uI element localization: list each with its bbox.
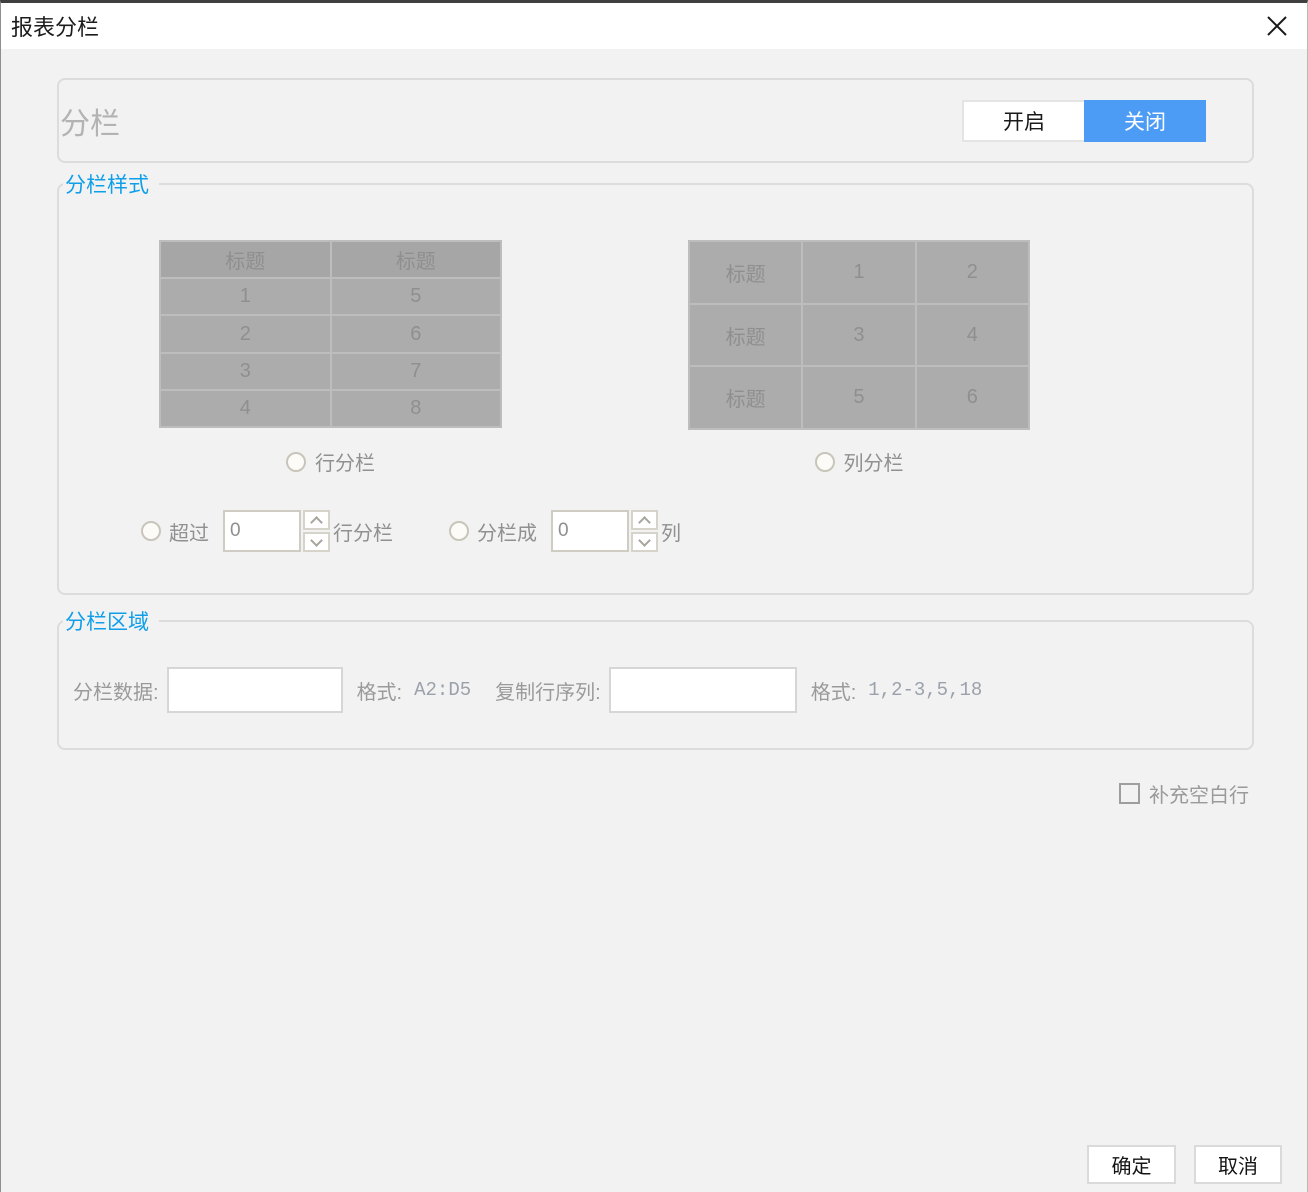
preview-table-row: 15	[161, 277, 501, 315]
split-enable-groupbox: 分栏 开启 关闭	[57, 78, 1254, 163]
preview-row-split-table: 标题 标题 1 5 2 6 3 7 4 8	[159, 240, 502, 428]
split-into-up-button[interactable]	[631, 510, 658, 530]
preview-table-cell: 1	[801, 242, 914, 303]
cancel-button[interactable]: 取消	[1194, 1145, 1282, 1184]
preview-table-row: 标题 1 2	[690, 242, 1028, 303]
format-label-1: 格式:	[356, 681, 403, 704]
exceed-rows-input[interactable]	[223, 510, 301, 552]
split-into-suffix-label: 列	[661, 522, 681, 545]
exceed-rows-prefix-label: 超过	[169, 522, 209, 545]
fill-blank-rows-label: 补充空白行	[1149, 785, 1249, 807]
split-into-down-button[interactable]	[631, 532, 658, 552]
split-area-row: 分栏数据: 格式: A2:D5 复制行序列: 格式: 1,2-3,5,18	[73, 666, 982, 714]
preview-table-cell: 标题	[725, 263, 766, 286]
preview-table-cell: 标题	[225, 251, 266, 274]
preview-table-row: 48	[161, 388, 501, 427]
toggle-off-button[interactable]: 关闭	[1084, 99, 1206, 142]
preview-table-cell: 6	[914, 367, 1028, 429]
split-condition-row: 超过 行分栏 分栏成 列	[141, 510, 681, 552]
preview-table-row: 标题 5 6	[690, 365, 1028, 429]
copy-rows-label: 复制行序列:	[495, 681, 601, 704]
preview-table-row: 标题 标题	[161, 242, 501, 278]
preview-table-cell: 7	[329, 353, 501, 389]
exceed-rows-stepper	[223, 510, 330, 552]
split-style-section: 分栏样式 标题 标题 1 5 2 6 3 7 4 8 标题 1 2 标题 3 4 标题 5 6 行分栏 列分栏 超…	[57, 169, 1254, 595]
close-icon[interactable]	[1265, 14, 1289, 38]
preview-table-cell: 4	[239, 396, 251, 419]
format-example-2: 1,2-3,5,18	[868, 679, 983, 701]
preview-table-cell: 2	[914, 242, 1028, 303]
split-into-prefix-label: 分栏成	[477, 522, 537, 545]
preview-table-cell: 4	[914, 304, 1028, 366]
col-split-radio-label: 列分栏	[843, 453, 904, 475]
exceed-rows-up-button[interactable]	[303, 510, 330, 530]
preview-table-cell: 标题	[725, 389, 766, 412]
preview-table-cell: 标题	[329, 242, 501, 278]
report-column-split-dialog: 报表分栏 分栏 开启 关闭 分栏样式 标题 标题 1 5 2 6 3 7 4 8 标题 1 2 标题 3 4…	[0, 0, 1308, 1192]
row-split-radio-label: 行分栏	[315, 453, 375, 475]
col-split-radio-group: 列分栏	[688, 447, 1030, 476]
titlebar: 报表分栏	[1, 3, 1307, 49]
exceed-rows-down-button[interactable]	[303, 532, 330, 552]
dialog-title: 报表分栏	[11, 15, 100, 40]
chevron-up-icon	[638, 515, 651, 529]
preview-table-cell: 5	[329, 279, 501, 315]
col-split-radio[interactable]	[814, 451, 835, 472]
format-example-1: A2:D5	[414, 679, 472, 701]
fill-blank-rows-checkbox[interactable]	[1119, 783, 1140, 804]
format-label-2: 格式:	[810, 681, 857, 704]
split-data-label: 分栏数据:	[73, 681, 159, 704]
preview-col-split-table: 标题 1 2 标题 3 4 标题 5 6	[688, 240, 1030, 430]
chevron-up-icon	[310, 515, 323, 529]
preview-table-cell: 5	[801, 367, 914, 429]
preview-table-cell: 标题	[725, 326, 766, 349]
preview-table-cell: 3	[801, 304, 914, 366]
exceed-rows-stepper-buttons	[303, 510, 330, 552]
split-into-stepper-buttons	[631, 510, 658, 552]
copy-rows-input[interactable]	[608, 667, 797, 713]
split-into-input[interactable]	[551, 510, 629, 552]
split-area-section: 分栏区域 分栏数据: 格式: A2:D5 复制行序列: 格式: 1,2-3,5,…	[57, 606, 1254, 750]
preview-table-row: 37	[161, 351, 501, 389]
chevron-down-icon	[310, 533, 323, 547]
preview-table-cell: 3	[239, 359, 251, 382]
preview-table-cell: 1	[239, 285, 251, 308]
fill-blank-rows-group: 补充空白行	[1119, 779, 1249, 808]
preview-table-cell: 6	[329, 316, 501, 352]
split-enable-toggle: 开启 关闭	[962, 99, 1206, 142]
preview-table-cell: 8	[329, 390, 501, 427]
split-groupbox-label: 分栏	[60, 107, 120, 141]
preview-table-row: 标题 3 4	[690, 302, 1028, 366]
ok-button[interactable]: 确定	[1087, 1145, 1176, 1184]
split-area-legend: 分栏区域	[63, 606, 159, 636]
toggle-on-button[interactable]: 开启	[962, 99, 1084, 142]
split-style-legend: 分栏样式	[63, 169, 159, 199]
split-into-stepper	[551, 510, 658, 552]
split-data-input[interactable]	[166, 667, 343, 713]
chevron-down-icon	[638, 533, 651, 547]
preview-table-row: 26	[161, 314, 501, 352]
preview-table-cell: 2	[239, 322, 251, 345]
exceed-rows-suffix-label: 行分栏	[333, 522, 393, 545]
exceed-rows-radio[interactable]	[141, 521, 161, 541]
row-split-radio[interactable]	[286, 451, 306, 472]
row-split-radio-group: 行分栏	[159, 447, 502, 476]
split-into-radio[interactable]	[449, 521, 469, 541]
